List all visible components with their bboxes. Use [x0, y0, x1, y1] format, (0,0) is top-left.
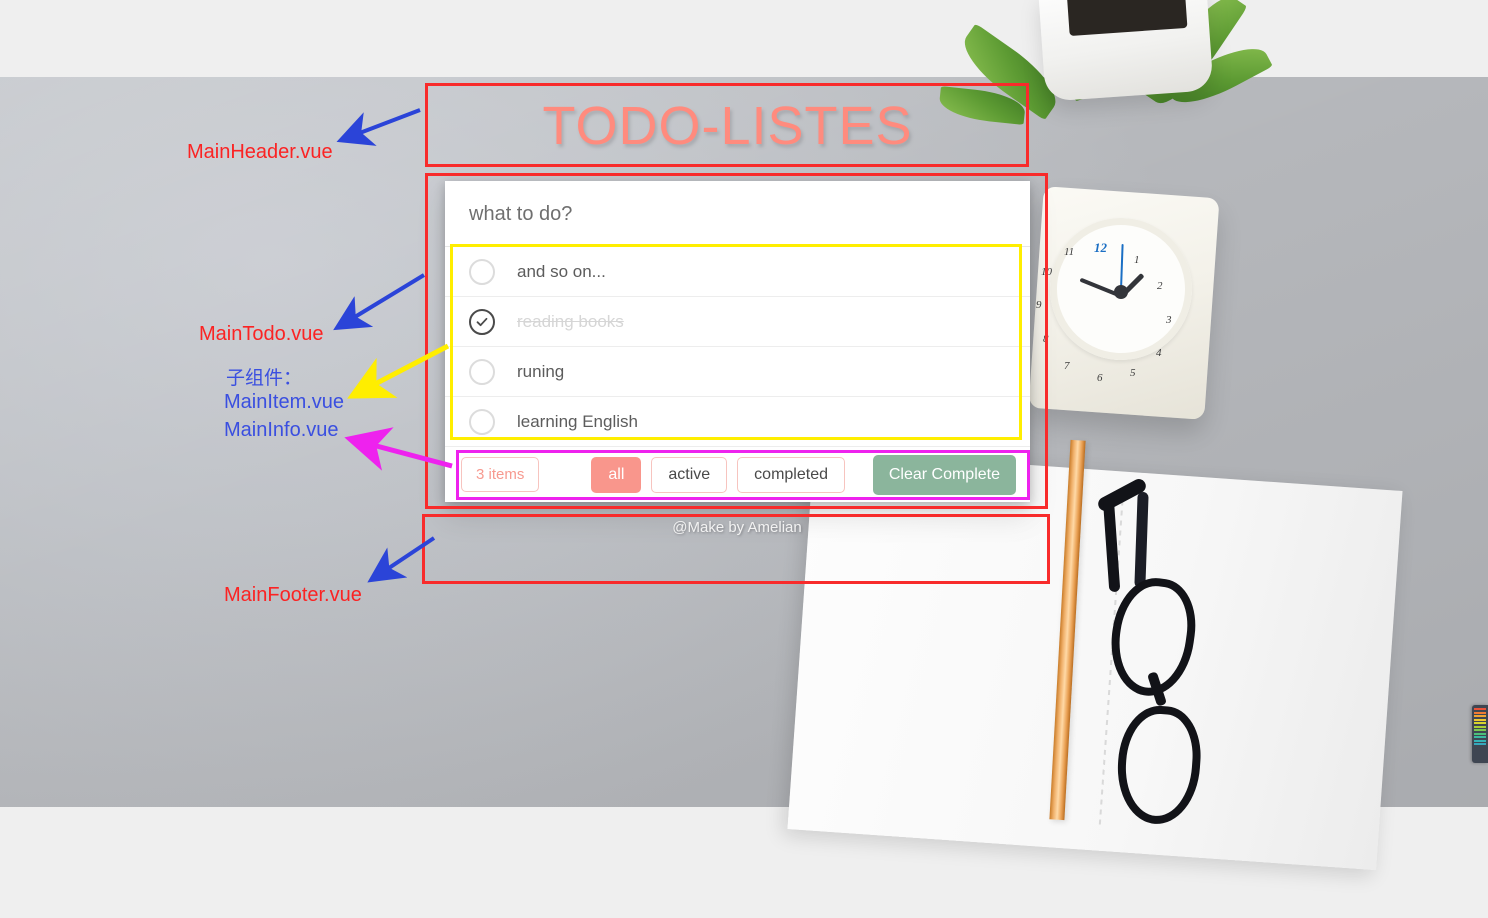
list-item[interactable]: reading books [445, 296, 1030, 346]
clock-pivot [1114, 285, 1128, 299]
circle-empty-icon[interactable] [469, 408, 495, 435]
clock-number-9: 9 [1036, 299, 1042, 311]
clock-number-10: 10 [1041, 266, 1052, 278]
filter-completed-button[interactable]: completed [737, 456, 845, 493]
annotation-label-footer: MainFooter.vue [224, 584, 362, 606]
filter-all-button[interactable]: all [591, 456, 642, 493]
clock-number-7: 7 [1064, 360, 1070, 372]
list-item[interactable]: learning English [445, 396, 1030, 446]
clock-number-12: 12 [1094, 240, 1107, 255]
todo-label: reading books [517, 311, 624, 331]
annotation-label-maininfo: MainInfo.vue [224, 419, 339, 441]
annotation-label-header: MainHeader.vue [187, 141, 333, 163]
clock-number-8: 8 [1043, 333, 1049, 345]
screen: 12 1 2 3 4 5 6 7 8 9 10 11 TODO-LISTES w… [0, 0, 1488, 918]
color-meter-widget[interactable] [1472, 705, 1488, 763]
clock-number-1: 1 [1134, 254, 1140, 266]
notebook-decoration [787, 449, 1403, 871]
clear-complete-button[interactable]: Clear Complete [872, 454, 1016, 495]
todo-info-bar: 3 items all active completed Clear Compl… [445, 446, 1030, 502]
annotation-label-todo: MainTodo.vue [199, 323, 324, 345]
todo-list: and so on... reading books runing learni… [445, 246, 1030, 446]
new-todo-input[interactable] [445, 181, 1030, 246]
circle-empty-icon[interactable] [469, 358, 495, 385]
filter-active-button[interactable]: active [651, 456, 728, 493]
filter-group: all active completed [591, 456, 845, 493]
annotation-label-mainitem: MainItem.vue [224, 391, 345, 413]
todo-label: learning English [517, 411, 638, 431]
circle-check-icon[interactable] [469, 308, 495, 335]
todo-label: and so on... [517, 261, 606, 281]
clock-number-2: 2 [1157, 280, 1163, 292]
credit-text: @Make by Amelian [672, 519, 802, 536]
todo-label: runing [517, 361, 565, 381]
todo-card: and so on... reading books runing learni… [445, 181, 1030, 502]
clock-number-5: 5 [1130, 367, 1136, 379]
annotation-label-subcomponents-title: 子组件： [226, 368, 303, 389]
clock-number-3: 3 [1166, 314, 1172, 326]
page-title: TODO-LISTES [542, 96, 913, 156]
list-item[interactable]: and so on... [445, 246, 1030, 296]
list-item[interactable]: runing [445, 346, 1030, 396]
clock-number-4: 4 [1156, 347, 1162, 359]
circle-empty-icon[interactable] [469, 258, 495, 285]
clock-number-11: 11 [1064, 246, 1075, 258]
clock-number-6: 6 [1097, 372, 1103, 384]
item-count-badge: 3 items [461, 457, 540, 492]
